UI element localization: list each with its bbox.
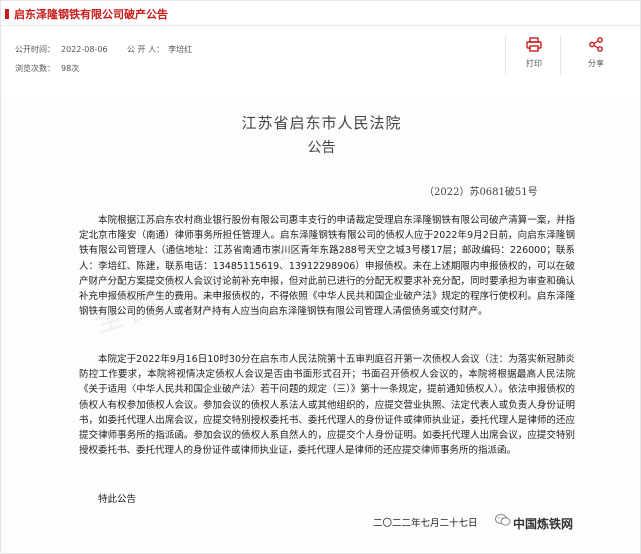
title-accent-bar (5, 9, 9, 19)
print-button[interactable]: 打印 (519, 37, 549, 69)
printer-icon (526, 37, 542, 52)
document-date: 二〇二二年七月二十七日 (373, 518, 478, 529)
share-button[interactable]: 分享 (581, 37, 611, 69)
publish-date-row: 公开时间： 2022-08-06 (15, 44, 108, 55)
document-body (1, 97, 640, 553)
views-value: 98次 (61, 64, 80, 73)
case-number: （2022）苏0681破51号 (424, 187, 538, 198)
document-type: 公告 (307, 140, 336, 156)
paragraph-2: 本院定于2022年9月16日10时30分在启东市人民法院第十五审判庭召开第一次债… (79, 354, 575, 457)
brand-name: 中国炼铁网 (513, 517, 574, 531)
publisher-label: 公 开 人： (127, 45, 165, 54)
print-label: 打印 (526, 59, 542, 68)
page-title: 启东泽隆钢铁有限公司破产公告 (14, 8, 168, 21)
action-divider-2 (560, 35, 561, 75)
publish-date-label: 公开时间： (15, 45, 55, 54)
closing-text: 特此公告 (98, 494, 137, 505)
share-label: 分享 (588, 59, 604, 68)
publisher-row: 公 开 人： 李培红 (127, 44, 192, 55)
views-row: 浏览次数： 98次 (15, 63, 79, 74)
announcement-page: 启东泽隆钢铁有限公司破产公告 公开时间： 2022-08-06 公 开 人： 李培红… (0, 0, 641, 554)
paragraph-1: 本院根据江苏启东农村商业银行股份有限公司惠丰支行的申请裁定受理启东泽隆钢铁有限公… (79, 215, 575, 318)
publisher-value: 李培红 (168, 45, 193, 54)
publish-date-value: 2022-08-06 (61, 45, 108, 54)
share-icon (589, 37, 603, 52)
views-label: 浏览次数： (15, 64, 55, 73)
title-bar: 启东泽隆钢铁有限公司破产公告 (1, 1, 640, 26)
court-name: 江苏省启东市人民法院 (241, 114, 402, 132)
wechat-icon (495, 514, 511, 526)
action-divider (505, 35, 506, 75)
